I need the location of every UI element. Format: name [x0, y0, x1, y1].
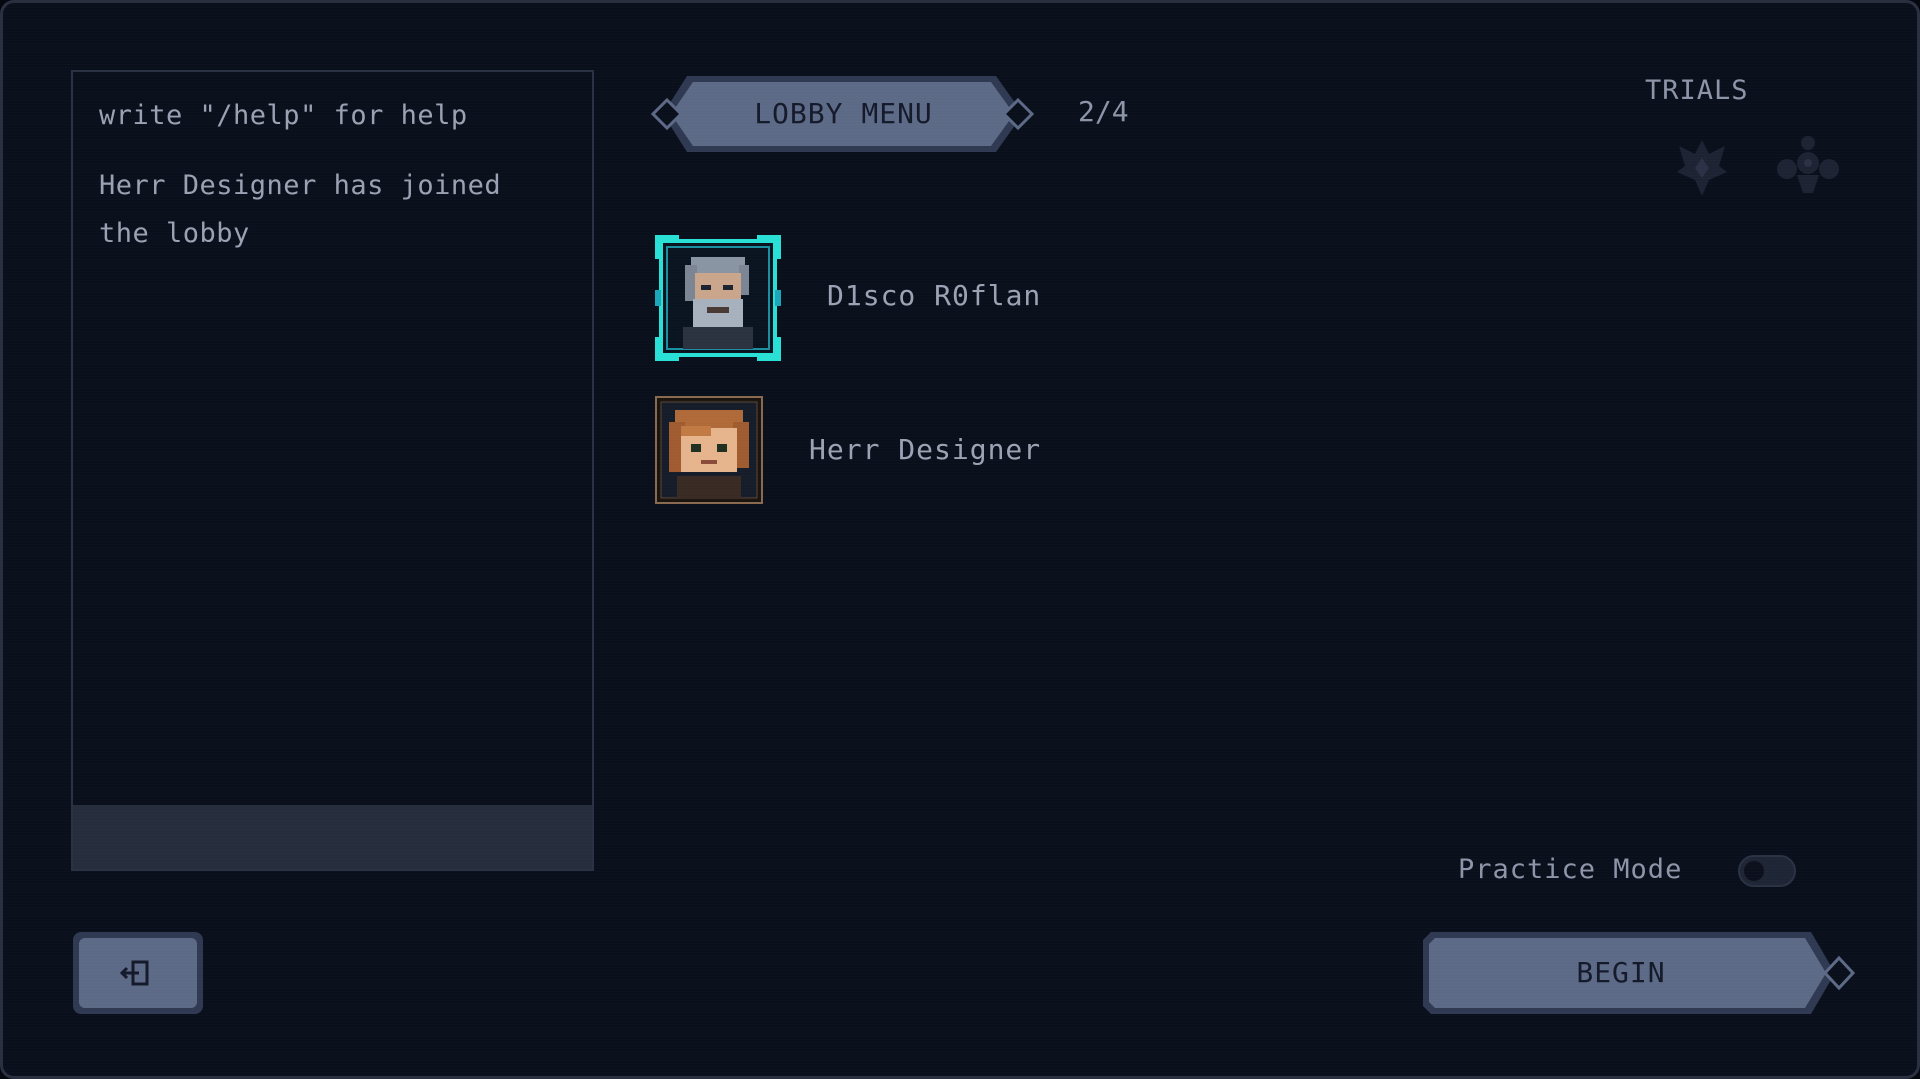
- trials-label: TRIALS: [1645, 75, 1749, 106]
- toggle-knob: [1744, 861, 1764, 881]
- begin-label: BEGIN: [1576, 956, 1666, 989]
- chat-message: Herr Designer has joined the lobby: [99, 170, 502, 249]
- practice-mode-label: Practice Mode: [1458, 854, 1683, 885]
- chat-panel: write "/help" for help Herr Designer has…: [71, 70, 594, 871]
- player-name: Herr Designer: [809, 433, 1042, 466]
- lobby-title: LOBBY MENU: [754, 97, 933, 130]
- player-name: D1sco R0flan: [827, 279, 1042, 312]
- lobby-screen: write "/help" for help Herr Designer has…: [0, 0, 1920, 1079]
- chat-hint: write "/help" for help: [99, 100, 468, 131]
- chat-log: write "/help" for help Herr Designer has…: [73, 72, 592, 805]
- begin-button[interactable]: BEGIN: [1421, 930, 1857, 1016]
- fleur-icon[interactable]: [1773, 133, 1843, 205]
- lobby-menu-banner: LOBBY MENU: [651, 70, 1036, 158]
- crest-icon[interactable]: [1671, 136, 1733, 202]
- player-avatar: [655, 235, 781, 365]
- practice-mode-toggle[interactable]: [1738, 855, 1796, 887]
- chat-input[interactable]: [73, 805, 592, 869]
- player-avatar: [655, 396, 763, 508]
- player-count: 2/4: [1078, 95, 1129, 128]
- exit-button[interactable]: [71, 930, 205, 1016]
